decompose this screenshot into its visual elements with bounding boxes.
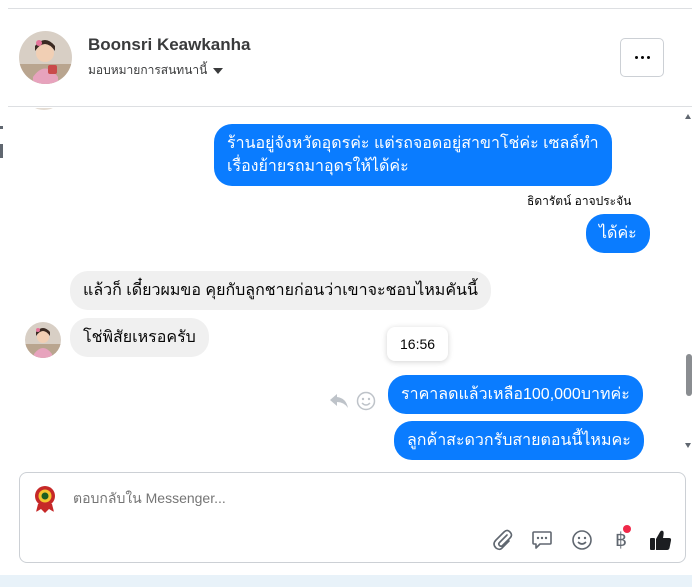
paperclip-icon[interactable] (490, 527, 516, 553)
outgoing-message-bubble[interactable]: ลูกค้าสะดวกรับสายตอนนี้ไหมคะ (394, 421, 644, 460)
ellipsis-icon (634, 56, 638, 59)
message-text-line: ร้านอยู่จังหวัดอุดรค่ะ แต่รถจอดอยู่สาขาโ… (227, 135, 599, 152)
message-timestamp-tooltip: 16:56 (387, 327, 449, 361)
notification-dot (623, 525, 631, 533)
more-options-button[interactable] (620, 38, 664, 77)
assign-conversation-dropdown[interactable]: มอบหมายการสนทนานี้ (88, 61, 224, 80)
messenger-conversation-panel: Boonsri Keawkanha มอบหมายการสนทนานี้ ร้า… (0, 0, 692, 587)
message-scrollbar[interactable] (684, 100, 692, 460)
outgoing-message-bubble[interactable]: ได้ค่ะ (586, 214, 650, 253)
reply-composer: ฿ (19, 472, 686, 563)
bottom-background-strip (0, 575, 692, 587)
clipped-avatar (28, 108, 60, 110)
scroll-up-arrow-icon[interactable] (685, 114, 691, 119)
left-scroll-indicator (0, 126, 4, 160)
baht-icon[interactable]: ฿ (608, 525, 634, 553)
thumbs-up-icon[interactable] (648, 527, 674, 553)
reply-input[interactable] (73, 490, 573, 506)
caret-down-icon (213, 67, 224, 74)
page-avatar (29, 482, 61, 514)
smiley-icon[interactable] (569, 527, 595, 553)
outgoing-message-bubble[interactable]: ราคาลดแล้วเหลือ100,000บาทค่ะ (388, 375, 643, 414)
smiley-icon[interactable] (356, 391, 376, 416)
message-text-line: เรื่องย้ายรถมาอุดรให้ได้ค่ะ (227, 158, 409, 175)
sender-name-label: ธิดารัตน์ อาจประจัน (527, 194, 632, 208)
scroll-down-arrow-icon[interactable] (685, 443, 691, 448)
contact-avatar[interactable] (19, 31, 72, 84)
contact-name: Boonsri Keawkanha (88, 35, 251, 54)
contact-avatar-small[interactable] (25, 322, 61, 358)
incoming-message-bubble[interactable]: โช่พิสัยเหรอครับ (70, 318, 209, 357)
outgoing-message-bubble[interactable]: ร้านอยู่จังหวัดอุดรค่ะ แต่รถจอดอยู่สาขาโ… (214, 124, 612, 186)
scrollbar-thumb[interactable] (686, 354, 692, 396)
reply-icon[interactable] (329, 392, 349, 415)
assign-conversation-label: มอบหมายการสนทนานี้ (88, 63, 208, 77)
incoming-message-bubble[interactable]: แล้วก็ เดี๋ยวผมขอ คุยกับลูกชายก่อนว่าเขา… (70, 271, 491, 310)
chat-bubble-icon[interactable] (529, 527, 555, 553)
message-thread: ร้านอยู่จังหวัดอุดรค่ะ แต่รถจอดอยู่สาขาโ… (8, 108, 684, 462)
conversation-header: Boonsri Keawkanha มอบหมายการสนทนานี้ (8, 9, 692, 107)
